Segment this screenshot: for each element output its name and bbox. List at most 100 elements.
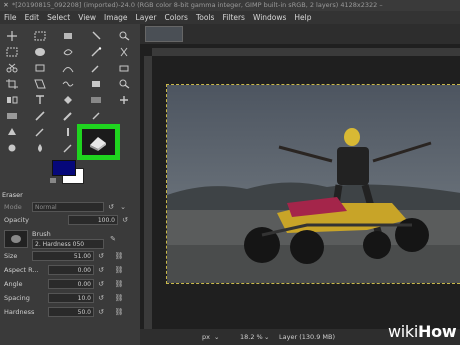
menu-select[interactable]: Select bbox=[43, 11, 74, 24]
scissors-icon[interactable] bbox=[5, 62, 19, 74]
lasso-select-icon[interactable] bbox=[61, 46, 75, 58]
menu-file[interactable]: File bbox=[0, 11, 21, 24]
unified-transform-icon[interactable] bbox=[33, 78, 47, 90]
zoom-chevron-down-icon[interactable]: ⌄ bbox=[264, 329, 269, 345]
unit-chevron-down-icon[interactable]: ⌄ bbox=[214, 329, 219, 345]
brush-edit-icon[interactable]: ✎ bbox=[108, 234, 118, 244]
fuzzy-select-icon[interactable] bbox=[61, 30, 75, 42]
size-label: Size bbox=[4, 252, 18, 260]
spacing-label: Spacing bbox=[4, 294, 30, 302]
dodge-burn-icon[interactable] bbox=[5, 142, 19, 154]
spacing-reset-icon[interactable]: ↺ bbox=[96, 293, 106, 303]
color-picker-icon[interactable] bbox=[89, 62, 103, 74]
toolbox-panel: Eraser Mode Normal ↺ ⌄ Opacity 100.0 ↺ B… bbox=[0, 24, 140, 345]
smudge-tool-icon[interactable] bbox=[61, 126, 75, 138]
eraser-icon[interactable] bbox=[82, 129, 115, 155]
hardness-reset-icon[interactable]: ↺ bbox=[96, 307, 106, 317]
hardness-input[interactable]: 50.0 bbox=[48, 307, 94, 317]
gradient-tool-icon[interactable] bbox=[89, 94, 103, 106]
mode-reset-icon[interactable]: ↺ bbox=[106, 202, 116, 212]
ellipse-select-icon[interactable] bbox=[33, 46, 47, 58]
vertical-ruler bbox=[144, 56, 152, 338]
angle-reset-icon[interactable]: ↺ bbox=[96, 279, 106, 289]
menu-view[interactable]: View bbox=[74, 11, 100, 24]
brush-name-field[interactable]: 2. Hardness 050 bbox=[32, 239, 104, 249]
menu-edit[interactable]: Edit bbox=[21, 11, 44, 24]
foreground-select-icon[interactable] bbox=[33, 62, 47, 74]
search-icon[interactable] bbox=[117, 78, 131, 90]
heal-tool-icon[interactable] bbox=[117, 94, 131, 106]
perspective-clone-icon[interactable] bbox=[61, 142, 75, 154]
pencil-tool-icon[interactable] bbox=[33, 110, 47, 122]
canvas-area[interactable]: px ⌄ 18.2 % ⌄ Layer (130.9 MB) bbox=[140, 24, 460, 345]
opacity-row: Opacity 100.0 ↺ bbox=[2, 214, 138, 226]
opacity-reset-icon[interactable]: ↺ bbox=[120, 215, 130, 225]
spacing-row: Spacing 10.0 ↺ ⛓ bbox=[2, 292, 138, 304]
menu-filters[interactable]: Filters bbox=[218, 11, 248, 24]
reset-colors-icon[interactable] bbox=[50, 178, 56, 183]
align-tool-icon[interactable] bbox=[33, 30, 47, 42]
brush-preview[interactable] bbox=[4, 230, 28, 248]
measure-tool-icon[interactable] bbox=[117, 62, 131, 74]
hardness-row: Hardness 50.0 ↺ ⛓ bbox=[2, 306, 138, 318]
wikihow-logo: wikiHow bbox=[388, 322, 457, 341]
image-tab-thumbnail[interactable] bbox=[145, 26, 183, 42]
unit-select[interactable]: px bbox=[202, 329, 210, 345]
scissors-select-icon[interactable] bbox=[117, 46, 131, 58]
tool-options-panel: Eraser Mode Normal ↺ ⌄ Opacity 100.0 ↺ B… bbox=[0, 190, 140, 345]
photo-atv-rider bbox=[167, 85, 460, 283]
text-tool-icon[interactable] bbox=[33, 94, 47, 106]
size-link-icon[interactable]: ⛓ bbox=[114, 251, 124, 261]
status-info: Layer (130.9 MB) bbox=[279, 333, 336, 341]
aspect-row: Aspect R... 0.00 ↺ ⛓ bbox=[2, 264, 138, 276]
move-tool-icon[interactable] bbox=[5, 30, 19, 42]
angle-link-icon[interactable]: ⛓ bbox=[114, 279, 124, 289]
ink-tool-icon[interactable] bbox=[5, 126, 19, 138]
opacity-input[interactable]: 100.0 bbox=[68, 215, 118, 225]
warp-transform-icon[interactable] bbox=[61, 78, 75, 90]
blur-tool-icon[interactable] bbox=[33, 142, 47, 154]
aspect-input[interactable]: 0.00 bbox=[48, 265, 94, 275]
pointer-tool-icon[interactable] bbox=[89, 30, 103, 42]
zoom-select[interactable]: 18.2 % bbox=[240, 329, 263, 345]
magic-wand-icon[interactable] bbox=[89, 46, 103, 58]
menu-layer[interactable]: Layer bbox=[132, 11, 161, 24]
crop-tool-icon[interactable] bbox=[5, 78, 19, 90]
flip-tool-icon[interactable] bbox=[5, 94, 19, 106]
mode-chevron-down-icon[interactable]: ⌄ bbox=[118, 202, 128, 212]
hardness-link-icon[interactable]: ⛓ bbox=[114, 307, 124, 317]
clone-tool-icon[interactable] bbox=[33, 126, 47, 138]
wikihow-how-text: How bbox=[418, 322, 457, 341]
eraser-tool-highlight[interactable] bbox=[77, 124, 120, 160]
airbrush-tool-icon[interactable] bbox=[89, 110, 103, 122]
cage-transform-icon[interactable] bbox=[89, 78, 103, 90]
aspect-reset-icon[interactable]: ↺ bbox=[96, 265, 106, 275]
menu-tools[interactable]: Tools bbox=[192, 11, 218, 24]
menu-bar: File Edit Select View Image Layer Colors Tools F… bbox=[0, 11, 460, 24]
size-input[interactable]: 51.00 bbox=[32, 251, 94, 261]
rect-select-icon[interactable] bbox=[5, 46, 19, 58]
close-window-icon[interactable]: ✕ bbox=[0, 0, 12, 11]
aspect-link-icon[interactable]: ⛓ bbox=[114, 265, 124, 275]
paintbrush-tool-icon[interactable] bbox=[61, 110, 75, 122]
aspect-label: Aspect R... bbox=[4, 266, 39, 274]
color-swatches[interactable] bbox=[50, 160, 84, 184]
mode-select[interactable]: Normal bbox=[32, 202, 104, 212]
wikihow-wiki-text: wiki bbox=[388, 322, 419, 341]
menu-help[interactable]: Help bbox=[290, 11, 315, 24]
zoom-tool-icon[interactable] bbox=[117, 30, 131, 42]
angle-input[interactable]: 0.00 bbox=[48, 279, 94, 289]
menu-windows[interactable]: Windows bbox=[249, 11, 290, 24]
foreground-color-swatch[interactable] bbox=[52, 160, 76, 176]
pattern-fill-icon[interactable] bbox=[5, 110, 19, 122]
menu-image[interactable]: Image bbox=[100, 11, 132, 24]
paths-tool-icon[interactable] bbox=[61, 62, 75, 74]
bucket-fill-icon[interactable] bbox=[61, 94, 75, 106]
image-canvas[interactable] bbox=[166, 84, 460, 284]
angle-label: Angle bbox=[4, 280, 23, 288]
spacing-input[interactable]: 10.0 bbox=[48, 293, 94, 303]
angle-row: Angle 0.00 ↺ ⛓ bbox=[2, 278, 138, 290]
size-reset-icon[interactable]: ↺ bbox=[96, 251, 106, 261]
spacing-link-icon[interactable]: ⛓ bbox=[114, 293, 124, 303]
menu-colors[interactable]: Colors bbox=[160, 11, 192, 24]
